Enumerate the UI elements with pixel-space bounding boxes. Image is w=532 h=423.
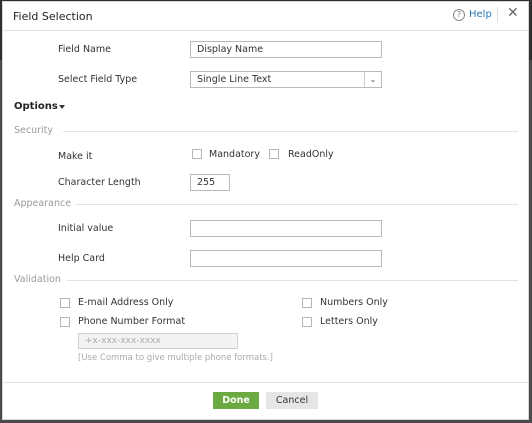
mandatory-checkbox[interactable]: [192, 149, 202, 159]
options-toggle[interactable]: Options: [14, 101, 58, 112]
initial-value-input[interactable]: [190, 220, 382, 237]
mandatory-label: Mandatory: [209, 149, 260, 160]
field-type-label: Select Field Type: [58, 74, 138, 85]
phone-format-hint: [Use Comma to give multiple phone format…: [78, 353, 273, 363]
chevron-down-icon[interactable]: ⌄: [364, 72, 381, 87]
email-only-label: E-mail Address Only: [78, 297, 174, 308]
field-name-label: Field Name: [58, 44, 111, 55]
dialog-footer: Done Cancel: [3, 382, 528, 421]
email-only-checkbox[interactable]: [60, 298, 70, 308]
validation-divider: [67, 280, 518, 281]
phone-format-input: +x-xxx-xxx-xxxx: [78, 333, 238, 349]
security-section-title: Security: [14, 125, 54, 136]
letters-only-label: Letters Only: [320, 316, 378, 327]
numbers-only-checkbox[interactable]: [302, 298, 312, 308]
char-length-label: Character Length: [58, 177, 141, 188]
numbers-only-label: Numbers Only: [320, 297, 388, 308]
dialog-title: Field Selection: [13, 10, 93, 23]
readonly-checkbox[interactable]: [269, 149, 279, 159]
help-link[interactable]: Help: [469, 9, 492, 20]
phone-format-checkbox[interactable]: [60, 317, 70, 327]
field-type-selected-value: Single Line Text: [197, 74, 272, 85]
appearance-section-title: Appearance: [14, 198, 72, 209]
make-it-label: Make it: [58, 151, 93, 162]
field-name-input[interactable]: Display Name: [190, 41, 382, 58]
titlebar-divider: [497, 7, 498, 23]
readonly-label: ReadOnly: [288, 149, 334, 160]
appearance-divider: [75, 204, 518, 205]
close-icon[interactable]: ✕: [507, 5, 519, 21]
help-icon[interactable]: ?: [453, 9, 465, 21]
validation-section-title: Validation: [14, 274, 61, 285]
letters-only-checkbox[interactable]: [302, 317, 312, 327]
caret-down-icon[interactable]: [59, 105, 65, 109]
phone-format-label: Phone Number Format: [78, 316, 186, 327]
help-card-label: Help Card: [58, 253, 105, 264]
help-card-input[interactable]: [190, 250, 382, 267]
char-length-input[interactable]: 255: [190, 174, 230, 191]
field-selection-dialog: Field Selection ? Help ✕ Field Name Disp…: [2, 1, 529, 420]
security-divider: [63, 131, 518, 132]
done-button[interactable]: Done: [213, 392, 259, 409]
dialog-titlebar: Field Selection ? Help ✕: [3, 2, 528, 31]
initial-value-label: Initial value: [58, 223, 114, 234]
cancel-button[interactable]: Cancel: [266, 392, 318, 409]
field-type-select[interactable]: Single Line Text ⌄: [190, 71, 382, 88]
